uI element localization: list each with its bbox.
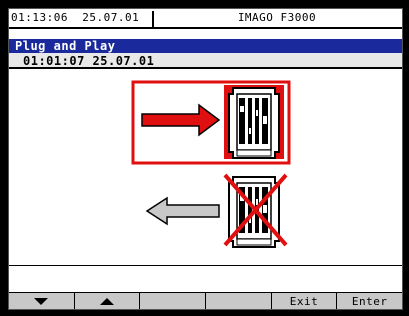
triangle-up-icon <box>100 297 114 305</box>
softkey-up-button[interactable] <box>75 293 141 309</box>
remove-arrow-icon <box>145 196 220 226</box>
softkey-4-button[interactable] <box>206 293 272 309</box>
enter-button[interactable]: Enter <box>337 293 402 309</box>
softkey-bar: Exit Enter <box>9 292 402 309</box>
softkey-down-button[interactable] <box>9 293 75 309</box>
softkey-3-button[interactable] <box>140 293 207 309</box>
device-screen: 01:13:06 25.07.01 IMAGO F3000 Plug and P… <box>8 8 403 310</box>
content-divider <box>9 265 402 266</box>
exit-button[interactable]: Exit <box>272 293 338 309</box>
memory-card-icon <box>224 85 284 159</box>
plug-and-play-illustration <box>131 80 291 248</box>
triangle-down-icon <box>34 297 49 305</box>
